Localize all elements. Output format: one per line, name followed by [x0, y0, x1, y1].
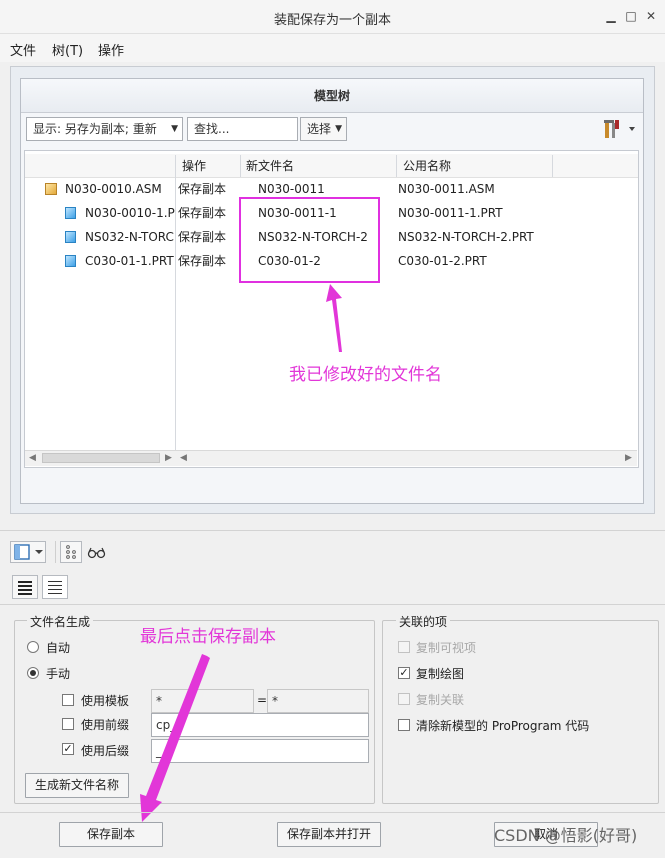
row-common-name: N030-0011-1.PRT: [398, 206, 503, 220]
tree-node-name: N030-0010-1.PRT: [85, 206, 175, 220]
row-common-name: NS032-N-TORCH-2.PRT: [398, 230, 534, 244]
assembly-icon: [45, 183, 57, 195]
view-toggle-button[interactable]: [10, 541, 46, 563]
tools-button[interactable]: [601, 117, 639, 141]
tree-node-name: C030-01-1.PRT: [85, 254, 174, 268]
tree-settings-button[interactable]: [60, 541, 82, 563]
divider: [0, 530, 665, 531]
select-label: 选择: [307, 122, 332, 136]
divider: [0, 812, 665, 813]
row-operation: 保存副本: [178, 230, 227, 244]
clear-proprogram-label: 清除新模型的 ProProgram 代码: [416, 719, 590, 733]
list-view-sparse-button[interactable]: [42, 575, 68, 599]
glasses-icon: [87, 547, 106, 559]
window-title: 装配保存为一个副本: [273, 13, 391, 28]
use-suffix-label: 使用后缀: [81, 744, 130, 758]
find-input[interactable]: 查找...: [187, 117, 298, 141]
column-divider: [175, 155, 176, 451]
display-filter-dropdown[interactable]: 显示: 另存为副本; 重新 ▼: [26, 117, 183, 141]
display-filter-value: 显示: 另存为副本; 重新: [33, 122, 157, 136]
divider: [55, 541, 56, 563]
scroll-right-icon[interactable]: ▶: [625, 453, 632, 463]
row-operation: 保存副本: [178, 182, 227, 196]
divider: [0, 604, 665, 605]
row-common-name: C030-01-2.PRT: [398, 254, 487, 268]
list-dense-icon: [18, 581, 32, 595]
maximize-button[interactable]: □: [624, 8, 638, 24]
list-sparse-icon: [48, 581, 62, 594]
use-prefix-label: 使用前缀: [81, 718, 130, 732]
column-header-new-filename[interactable]: 新文件名: [246, 155, 294, 177]
click-note: 最后点击保存副本: [140, 627, 276, 647]
template-right-input[interactable]: *: [267, 689, 369, 713]
part-icon: [65, 255, 76, 267]
tools-icon: [604, 120, 635, 138]
auto-radio[interactable]: [27, 641, 39, 653]
preview-button[interactable]: [87, 543, 107, 561]
save-copy-open-button[interactable]: 保存副本并打开: [277, 822, 381, 847]
auto-label: 自动: [46, 641, 71, 655]
clear-proprogram-checkbox[interactable]: [398, 719, 410, 731]
list-view-dense-button[interactable]: [12, 575, 38, 599]
copy-visual-checkbox[interactable]: [398, 641, 410, 653]
select-dropdown[interactable]: 选择 ▼: [300, 117, 347, 141]
filename-generation-title: 文件名生成: [27, 613, 94, 630]
table-row[interactable]: C030-01-1.PRT: [65, 250, 175, 272]
copy-drawing-label: 复制绘图: [416, 667, 465, 681]
copy-relations-label: 复制关联: [416, 693, 465, 707]
tree-settings-icon: [66, 545, 76, 559]
column-header-row: [25, 154, 638, 178]
related-items-title: 关联的项: [396, 613, 451, 630]
annotation-arrow-down: [140, 654, 210, 822]
table-row[interactable]: N030-0010.ASM: [45, 178, 175, 200]
close-button[interactable]: ✕: [644, 8, 658, 24]
scroll-right-icon[interactable]: ▶: [165, 453, 172, 463]
highlight-box: [239, 197, 380, 283]
menu-file[interactable]: 文件: [10, 40, 36, 59]
copy-relations-checkbox[interactable]: [398, 693, 410, 705]
row-operation: 保存副本: [178, 254, 227, 268]
column-header-common-name[interactable]: 公用名称: [403, 155, 451, 177]
tree-node-name: NS032-N-TORCH.PRT: [85, 230, 175, 244]
renamed-note: 我已修改好的文件名: [289, 365, 442, 385]
annotation-arrow-up: [326, 284, 342, 352]
table-row[interactable]: N030-0010-1.PRT: [65, 202, 175, 224]
scroll-left-icon[interactable]: ◀: [29, 453, 36, 463]
manual-label: 手动: [46, 667, 71, 681]
column-divider: [396, 155, 397, 177]
chevron-down-icon: ▼: [335, 124, 342, 134]
model-tree-title: 模型树: [21, 79, 643, 113]
part-icon: [65, 231, 76, 243]
panel-view-icon: [14, 544, 43, 560]
watermark: CSDN @悟影(好哥): [494, 826, 638, 845]
equals-sign: =: [257, 693, 268, 707]
copy-drawing-checkbox[interactable]: ✓: [398, 667, 410, 679]
minimize-button[interactable]: ▁: [604, 8, 618, 24]
manual-radio[interactable]: [27, 667, 39, 679]
save-copy-button[interactable]: 保存副本: [59, 822, 163, 847]
chevron-down-icon: ▼: [171, 124, 178, 134]
copy-visual-label: 复制可视项: [416, 641, 477, 655]
row-operation: 保存副本: [178, 206, 227, 220]
table-row[interactable]: NS032-N-TORCH.PRT: [65, 226, 175, 248]
tree-node-name: N030-0010.ASM: [65, 182, 162, 196]
column-divider: [240, 155, 241, 177]
menu-operations[interactable]: 操作: [98, 40, 124, 59]
use-template-checkbox[interactable]: [62, 694, 74, 706]
part-icon: [65, 207, 76, 219]
use-prefix-checkbox[interactable]: [62, 718, 74, 730]
generate-filenames-button[interactable]: 生成新文件名称: [25, 773, 129, 798]
menu-tree[interactable]: 树(T): [52, 40, 83, 59]
scroll-left-icon[interactable]: ◀: [180, 453, 187, 463]
column-header-operation[interactable]: 操作: [182, 155, 206, 177]
scroll-thumb[interactable]: [42, 453, 160, 463]
use-suffix-checkbox[interactable]: ✓: [62, 743, 74, 755]
row-common-name: N030-0011.ASM: [398, 182, 495, 196]
use-template-label: 使用模板: [81, 694, 130, 708]
column-divider: [552, 155, 553, 177]
